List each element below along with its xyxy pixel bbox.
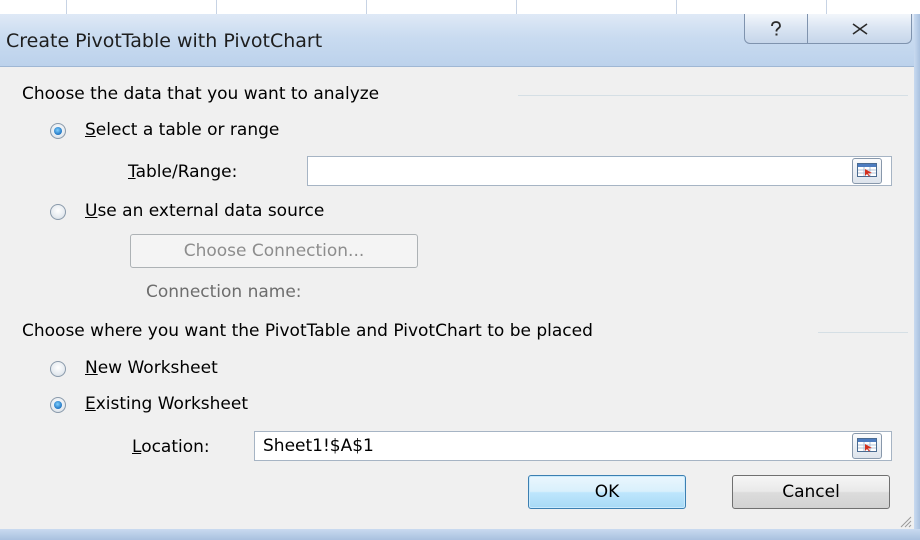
close-x-icon bbox=[852, 22, 868, 35]
table-range-label: Table/Range: bbox=[128, 162, 237, 182]
label-text: elect a table or range bbox=[95, 120, 280, 140]
cancel-button[interactable]: Cancel bbox=[732, 475, 890, 509]
select-range-radio[interactable] bbox=[50, 123, 66, 139]
spreadsheet-background bbox=[0, 0, 920, 15]
label-text: xisting Worksheet bbox=[95, 394, 249, 414]
external-source-radio[interactable] bbox=[50, 204, 66, 220]
accelerator-key: N bbox=[85, 358, 98, 378]
accelerator-key: T bbox=[128, 162, 136, 182]
question-mark-icon bbox=[769, 20, 783, 37]
group-separator bbox=[818, 332, 908, 333]
external-source-radio-label[interactable]: Use an external data source bbox=[85, 201, 324, 221]
collapse-dialog-icon bbox=[857, 437, 877, 456]
label-text: ocation: bbox=[141, 437, 210, 457]
accelerator-key: U bbox=[85, 201, 98, 221]
select-range-radio-label[interactable]: Select a table or range bbox=[85, 120, 279, 140]
existing-worksheet-radio[interactable] bbox=[50, 397, 66, 413]
dialog-frame-right bbox=[914, 14, 920, 540]
placement-group-label: Choose where you want the PivotTable and… bbox=[22, 321, 593, 341]
dialog-body: Choose the data that you want to analyze… bbox=[0, 67, 914, 529]
column-divider bbox=[676, 0, 677, 14]
choose-connection-button[interactable]: Choose Connection... bbox=[130, 234, 418, 268]
label-text: ew Worksheet bbox=[97, 358, 218, 378]
table-range-input[interactable] bbox=[307, 156, 892, 186]
new-worksheet-radio[interactable] bbox=[50, 361, 66, 377]
table-range-collapse-button[interactable] bbox=[852, 158, 882, 184]
screen: Create PivotTable with PivotChart Choose… bbox=[0, 0, 920, 540]
accelerator-key: S bbox=[85, 120, 96, 140]
resize-grip-icon[interactable] bbox=[898, 513, 912, 532]
collapse-dialog-icon bbox=[857, 162, 877, 181]
ok-button[interactable]: OK bbox=[528, 475, 686, 509]
column-divider bbox=[516, 0, 517, 14]
close-button[interactable] bbox=[808, 14, 912, 44]
help-button[interactable] bbox=[744, 14, 808, 44]
accelerator-key: E bbox=[85, 394, 96, 414]
location-label: Location: bbox=[132, 437, 210, 457]
column-divider bbox=[66, 0, 67, 14]
existing-worksheet-radio-label[interactable]: Existing Worksheet bbox=[85, 394, 248, 414]
location-collapse-button[interactable] bbox=[852, 433, 882, 459]
column-divider bbox=[216, 0, 217, 14]
group-separator bbox=[518, 95, 908, 96]
new-worksheet-radio-label[interactable]: New Worksheet bbox=[85, 358, 218, 378]
dialog-title: Create PivotTable with PivotChart bbox=[6, 30, 323, 52]
connection-name-label: Connection name: bbox=[146, 282, 302, 302]
location-input[interactable]: Sheet1!$A$1 bbox=[254, 431, 892, 461]
column-divider bbox=[366, 0, 367, 14]
dialog-frame-bottom[interactable] bbox=[0, 529, 920, 540]
label-text: se an external data source bbox=[97, 201, 325, 221]
column-divider bbox=[826, 0, 827, 14]
data-source-group-label: Choose the data that you want to analyze bbox=[22, 84, 380, 104]
dialog-titlebar[interactable]: Create PivotTable with PivotChart bbox=[0, 14, 920, 67]
label-text: able/Range: bbox=[135, 162, 238, 182]
accelerator-key: L bbox=[132, 437, 142, 457]
